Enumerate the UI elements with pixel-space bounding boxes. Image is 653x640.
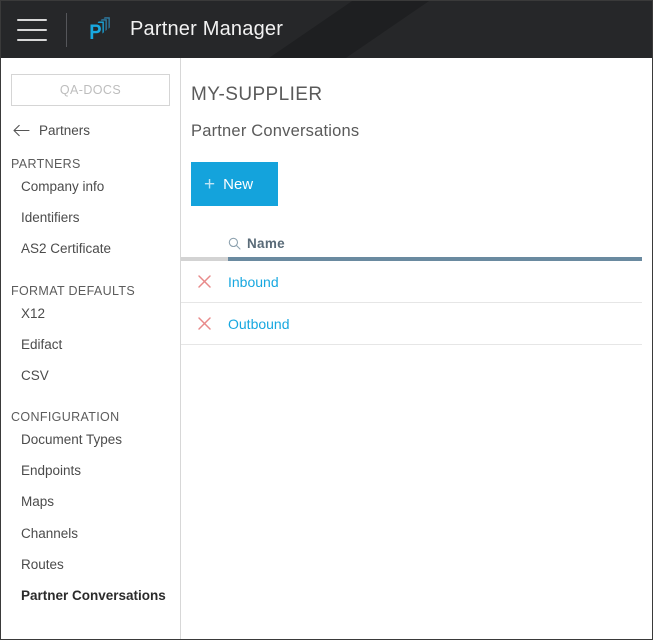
sidebar: QA-DOCS Partners PARTNERS Company info I… [1,58,181,639]
new-button[interactable]: + New [191,162,278,206]
hamburger-bar [17,19,47,21]
sidebar-item-endpoints[interactable]: Endpoints [21,455,180,486]
close-x-icon[interactable] [197,316,212,331]
sidebar-item-maps[interactable]: Maps [21,486,180,517]
sidebar-item-x12[interactable]: X12 [21,298,180,329]
table-row: Inbound [181,261,642,303]
page-title: MY-SUPPLIER [191,84,652,106]
nav-group-configuration: CONFIGURATION Document Types Endpoints M… [1,410,180,611]
back-to-partners-link[interactable]: Partners [13,123,180,138]
page-subtitle: Partner Conversations [191,122,652,141]
sidebar-item-channels[interactable]: Channels [21,518,180,549]
partner-manager-logo-icon [84,15,114,45]
top-bar: Partner Manager [1,1,652,58]
sidebar-item-edifact[interactable]: Edifact [21,329,180,360]
search-icon[interactable] [228,237,241,250]
hamburger-menu-icon[interactable] [17,19,47,41]
hamburger-bar [17,39,47,41]
table-header-rule-left [181,257,228,261]
header-divider [66,13,67,47]
conversation-name-link[interactable]: Outbound [228,316,290,332]
nav-group-title: CONFIGURATION [11,410,180,424]
org-selector[interactable]: QA-DOCS [11,74,170,106]
delete-row-button[interactable] [181,316,228,331]
org-selector-value: QA-DOCS [60,83,121,97]
header-diagonal-decoration [269,1,429,58]
partner-conversations-table: Name Inbound [181,227,642,345]
main-content: MY-SUPPLIER Partner Conversations + New [181,58,652,639]
table-row: Outbound [181,303,642,345]
new-button-label: New [223,176,253,193]
app-window: Partner Manager QA-DOCS Partners PARTNER… [0,0,653,640]
delete-row-button[interactable] [181,274,228,289]
page-body: QA-DOCS Partners PARTNERS Company info I… [1,58,652,639]
table-header-rule-right [228,257,642,261]
plus-icon: + [204,175,215,194]
conversation-name-link[interactable]: Inbound [228,274,279,290]
arrow-left-icon [13,124,30,137]
back-to-partners-label: Partners [39,123,90,138]
nav-group-format-defaults: FORMAT DEFAULTS X12 Edifact CSV [1,284,180,392]
sidebar-item-partner-conversations[interactable]: Partner Conversations [21,580,180,611]
sidebar-item-routes[interactable]: Routes [21,549,180,580]
sidebar-item-as2-certificate[interactable]: AS2 Certificate [21,233,180,264]
sidebar-item-company-info[interactable]: Company info [21,171,180,202]
sidebar-item-csv[interactable]: CSV [21,360,180,391]
nav-group-partners: PARTNERS Company info Identifiers AS2 Ce… [1,157,180,265]
app-title: Partner Manager [130,18,283,41]
hamburger-bar [17,29,47,31]
table-header-row: Name [181,227,642,253]
nav-group-title: PARTNERS [11,157,180,171]
table-header-rule [181,257,642,261]
close-x-icon[interactable] [197,274,212,289]
sidebar-item-identifiers[interactable]: Identifiers [21,202,180,233]
table-header-name-cell[interactable]: Name [228,236,285,253]
nav-group-title: FORMAT DEFAULTS [11,284,180,298]
sidebar-item-document-types[interactable]: Document Types [21,424,180,455]
table-header-name-label: Name [247,236,285,251]
